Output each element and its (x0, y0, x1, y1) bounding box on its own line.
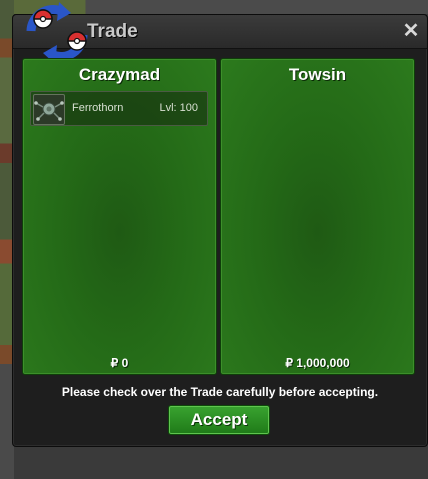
right-trade-panel: Towsin ₽ 1,000,000 (220, 58, 415, 375)
right-player-name: Towsin (288, 65, 347, 84)
trade-item-ferrothorn[interactable]: Ferrothorn Lvl: 100 (30, 91, 208, 126)
left-player-name: Crazymad (78, 65, 161, 84)
close-button[interactable]: ✕ (401, 20, 421, 42)
right-money: ₽ 1,000,000 (285, 356, 350, 370)
accept-button[interactable]: Accept (168, 405, 270, 435)
trade-logo-icon (26, 2, 88, 64)
left-trade-panel: Crazymad Ferrothorn Lvl: 100 ₽ 0 (22, 58, 217, 375)
trade-notice: Please check over the Trade carefully be… (61, 385, 379, 399)
window-title: Trade (87, 21, 138, 42)
trade-window: Trade ✕ Crazymad Ferrothorn Lvl: 100 ₽ 0… (12, 2, 428, 447)
item-name: Ferrothorn (72, 102, 124, 114)
left-money: ₽ 0 (110, 356, 129, 370)
ferrothorn-icon (33, 94, 65, 125)
item-level: Lvl: 100 (159, 102, 198, 114)
